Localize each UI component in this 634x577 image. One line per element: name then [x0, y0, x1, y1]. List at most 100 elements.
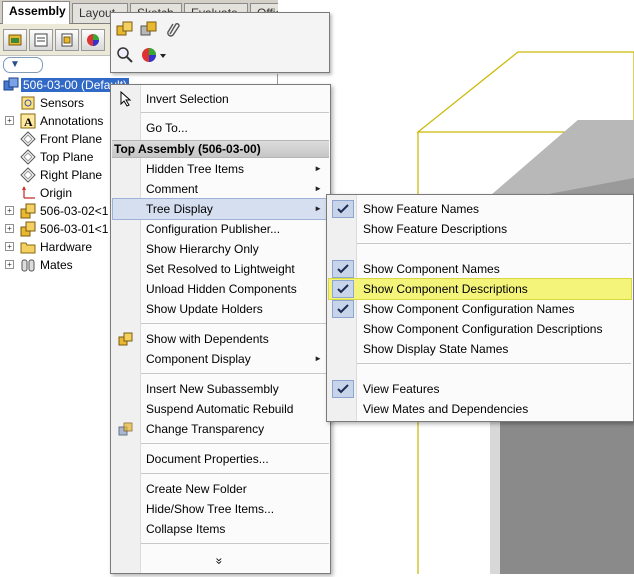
tree-item-label: 506-03-02<1 — [40, 204, 109, 218]
tree-filter-input[interactable]: ▼ — [3, 57, 43, 73]
checkmark-icon — [332, 380, 354, 398]
edit-assembly-icon — [140, 21, 157, 36]
appearance-dropdown[interactable] — [139, 45, 169, 65]
menu-item-hidden-tree-items[interactable]: Hidden Tree Items ► — [113, 159, 328, 179]
tree-item-label: Origin — [40, 186, 73, 200]
appearance-icon — [142, 48, 166, 62]
menu-section-header: Top Assembly (506-03-00) — [112, 140, 329, 158]
tree-item-label: Hardware — [40, 240, 93, 254]
expand-icon[interactable]: + — [5, 116, 14, 125]
tree-item-label: Front Plane — [40, 132, 103, 146]
expand-icon[interactable]: + — [5, 206, 14, 215]
menu-item-suspend-rebuild[interactable]: Suspend Automatic Rebuild — [113, 399, 328, 419]
menu-item-show-with-dependents[interactable]: Show with Dependents — [113, 329, 328, 349]
submenu-item-show-component-descriptions[interactable]: Show Component Descriptions — [328, 278, 632, 300]
checkmark-icon — [332, 260, 354, 278]
configuration-manager-tab-button[interactable] — [55, 29, 79, 51]
menu-separator — [141, 443, 329, 444]
menu-item-document-properties[interactable]: Document Properties... — [113, 449, 328, 469]
checkmark-icon — [332, 200, 354, 218]
zoom-to-selection-button[interactable] — [115, 45, 135, 65]
chevron-down-icon: » — [212, 557, 227, 565]
menu-item-comment[interactable]: Comment ► — [113, 179, 328, 199]
svg-text:A: A — [24, 115, 33, 129]
menu-item-invert-selection[interactable]: Invert Selection — [113, 89, 328, 109]
feature-manager-tab-button[interactable] — [3, 29, 27, 51]
menu-item-insert-new-subassembly[interactable]: Insert New Subassembly — [113, 379, 328, 399]
menu-label: Create New Folder — [146, 482, 247, 496]
menu-label: Suspend Automatic Rebuild — [146, 402, 294, 416]
menu-separator — [357, 363, 631, 364]
submenu-item-show-display-state-names[interactable]: Show Display State Names — [329, 339, 631, 359]
menu-label: Comment — [146, 182, 199, 196]
menu-item-collapse-items[interactable]: Collapse Items — [113, 519, 328, 539]
submenu-item-show-feature-names[interactable]: Show Feature Names — [329, 199, 631, 219]
annotation-icon: A — [20, 113, 36, 129]
menu-item-create-new-folder[interactable]: Create New Folder — [113, 479, 328, 499]
menu-separator — [357, 243, 631, 244]
menu-label: Component Display — [146, 352, 251, 366]
display-manager-icon — [87, 34, 99, 46]
menu-label: Show Hierarchy Only — [146, 242, 259, 256]
subassembly-icon — [20, 203, 36, 219]
menu-item-hide-show-tree-items[interactable]: Hide/Show Tree Items... — [113, 499, 328, 519]
checkmark-icon — [332, 300, 354, 318]
menu-label: Insert New Subassembly — [146, 382, 279, 396]
context-toolbar — [110, 12, 330, 73]
menu-item-unload-hidden[interactable]: Unload Hidden Components — [113, 279, 328, 299]
menu-item-go-to[interactable]: Go To... — [113, 118, 328, 138]
submenu-item-show-component-names[interactable]: Show Component Names — [329, 259, 631, 279]
expand-icon[interactable]: + — [5, 260, 14, 269]
menu-item-change-transparency[interactable]: Change Transparency — [113, 419, 328, 439]
tab-assembly[interactable]: Assembly — [2, 1, 70, 24]
submenu-arrow-icon: ► — [314, 184, 322, 193]
menu-separator — [141, 473, 329, 474]
mates-icon — [21, 259, 35, 272]
filter-icon: ▼ — [10, 59, 20, 70]
expand-icon[interactable]: + — [5, 224, 14, 233]
submenu-item-show-component-config-names[interactable]: Show Component Configuration Names — [329, 299, 631, 319]
menu-label: Change Transparency — [146, 422, 265, 436]
submenu-arrow-icon: ► — [314, 354, 322, 363]
menu-item-configuration-publisher[interactable]: Configuration Publisher... — [113, 219, 328, 239]
zoom-icon — [117, 47, 133, 63]
edit-component-button[interactable] — [139, 19, 159, 39]
display-manager-tab-button[interactable] — [81, 29, 105, 51]
submenu-label: View Features — [363, 382, 440, 396]
submenu-item-view-mates[interactable]: View Mates and Dependencies — [329, 399, 631, 419]
tree-item-label: Right Plane — [40, 168, 103, 182]
submenu-arrow-icon: ► — [314, 204, 322, 213]
menu-item-set-resolved[interactable]: Set Resolved to Lightweight — [113, 259, 328, 279]
menu-item-expand-more[interactable]: » — [113, 551, 328, 571]
menu-item-tree-display[interactable]: Tree Display ► — [112, 198, 329, 220]
tree-item-label: Top Plane — [40, 150, 94, 164]
tree-item-label: Annotations — [40, 114, 104, 128]
assembly-props-button[interactable] — [115, 19, 135, 39]
folder-icon — [20, 242, 36, 254]
menu-label: Show with Dependents — [146, 332, 269, 346]
menu-item-show-hierarchy-only[interactable]: Show Hierarchy Only — [113, 239, 328, 259]
submenu-item-view-features[interactable]: View Features — [329, 379, 631, 399]
menu-label: Hide/Show Tree Items... — [146, 502, 275, 516]
menu-label: Document Properties... — [146, 452, 269, 466]
expand-icon[interactable]: + — [5, 242, 14, 251]
menu-label: Show Update Holders — [146, 302, 263, 316]
menu-label: Tree Display — [146, 202, 213, 216]
menu-separator — [141, 112, 329, 113]
menu-item-component-display[interactable]: Component Display ► — [113, 349, 328, 369]
plane-icon — [20, 149, 36, 165]
submenu-label: Show Component Configuration Names — [363, 302, 575, 316]
menu-label: Collapse Items — [146, 522, 226, 536]
tree-item-label: 506-03-01<1 — [40, 222, 109, 236]
dependents-icon — [117, 331, 134, 347]
tree-item-label: Sensors — [40, 96, 85, 110]
menu-label: Hidden Tree Items — [146, 162, 245, 176]
property-manager-tab-button[interactable] — [29, 29, 53, 51]
menu-item-show-update-holders[interactable]: Show Update Holders — [113, 299, 328, 319]
menu-label: Set Resolved to Lightweight — [146, 262, 295, 276]
menu-separator — [141, 323, 329, 324]
tree-display-submenu: Show Feature Names Show Feature Descript… — [326, 194, 634, 422]
attach-button[interactable] — [163, 19, 183, 39]
submenu-item-show-component-config-descriptions[interactable]: Show Component Configuration Description… — [329, 319, 631, 339]
submenu-item-show-feature-descriptions[interactable]: Show Feature Descriptions — [329, 219, 631, 239]
